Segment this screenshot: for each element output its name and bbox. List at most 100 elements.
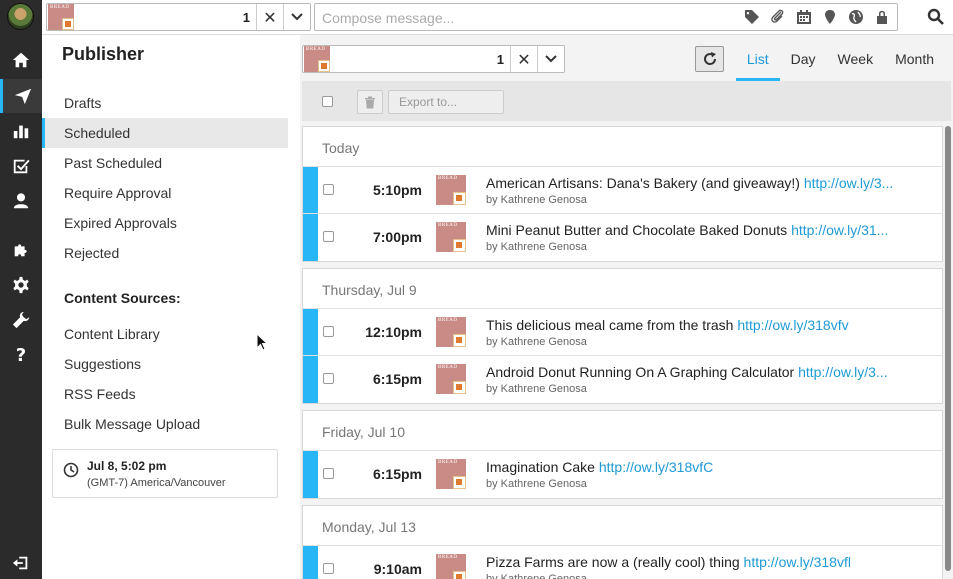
- sidebar-item-rejected[interactable]: Rejected: [42, 238, 288, 268]
- bar-chart-icon[interactable]: [0, 114, 42, 148]
- sidebar-item-content-library[interactable]: Content Library: [42, 319, 288, 349]
- select-all-checkbox[interactable]: [322, 96, 333, 107]
- message-link[interactable]: http://ow.ly/3...: [798, 364, 888, 380]
- message-text[interactable]: This delicious meal came from the trash …: [486, 317, 916, 333]
- search-icon[interactable]: [927, 8, 945, 26]
- message-link[interactable]: http://ow.ly/318vfC: [599, 459, 713, 475]
- sidebar-item-bulk-message-upload[interactable]: Bulk Message Upload: [42, 409, 288, 439]
- message-row[interactable]: 5:10pm BREAD American Artisans: Dana's Bak…: [303, 167, 942, 214]
- message-text[interactable]: Mini Peanut Butter and Chocolate Baked D…: [486, 222, 916, 238]
- message-link[interactable]: http://ow.ly/318vfv: [737, 317, 848, 333]
- main-content: BREAD 1 ✕ List Day Week Month Export to.…: [300, 35, 953, 579]
- message-row[interactable]: 6:15pm BREAD Imagination Cake http://ow.ly…: [303, 451, 942, 498]
- paperclip-icon[interactable]: [769, 8, 787, 26]
- gear-icon[interactable]: [0, 268, 42, 302]
- message-text[interactable]: Imagination Cake http://ow.ly/318vfC: [486, 459, 916, 475]
- message-time: 6:15pm: [372, 371, 422, 387]
- message-checkbox[interactable]: [323, 563, 334, 574]
- export-to-button[interactable]: Export to...: [388, 90, 504, 114]
- sidebar-item-drafts[interactable]: Drafts: [42, 88, 288, 118]
- status-bar: [303, 356, 318, 403]
- left-nav: ?: [0, 0, 42, 579]
- message-row[interactable]: 12:10pm BREAD This delicious meal came fro…: [303, 309, 942, 356]
- chevron-down-icon[interactable]: [284, 4, 310, 30]
- message-author: by Kathrene Genosa: [486, 194, 587, 206]
- profile-selector[interactable]: BREAD 1 ✕: [46, 3, 311, 31]
- message-checkbox[interactable]: [323, 468, 334, 479]
- bulk-toolbar: Export to...: [302, 81, 951, 121]
- day-label: Thursday, Jul 9: [303, 269, 942, 309]
- lock-icon[interactable]: [873, 8, 891, 26]
- message-time: 5:10pm: [372, 182, 422, 198]
- sidebar-item-rss-feeds[interactable]: RSS Feeds: [42, 379, 288, 409]
- content-sources-heading: Content Sources:: [64, 290, 181, 306]
- home-icon[interactable]: [0, 43, 42, 77]
- message-time: 7:00pm: [372, 229, 422, 245]
- calendar-icon[interactable]: [795, 8, 813, 26]
- profile-thumbnail: BREAD: [436, 317, 466, 347]
- message-checkbox[interactable]: [323, 231, 334, 242]
- mouse-cursor-icon: [256, 333, 268, 351]
- day-group: Friday, Jul 10 6:15pm BREAD Imagination Cak…: [302, 410, 943, 499]
- status-bar: [303, 214, 318, 261]
- message-author: by Kathrene Genosa: [486, 336, 587, 348]
- tab-list[interactable]: List: [735, 42, 780, 81]
- message-link[interactable]: http://ow.ly/3...: [804, 175, 894, 191]
- message-author: by Kathrene Genosa: [486, 573, 587, 579]
- message-checkbox[interactable]: [323, 373, 334, 384]
- question-icon[interactable]: ?: [0, 338, 42, 372]
- message-row[interactable]: 9:10am BREAD Pizza Farms are now a (really…: [303, 546, 942, 579]
- sidebar-item-suggestions[interactable]: Suggestions: [42, 349, 288, 379]
- message-body: Imagination Cake: [486, 459, 595, 475]
- vertical-scrollbar[interactable]: [945, 126, 951, 571]
- location-pin-icon[interactable]: [821, 8, 839, 26]
- status-bar: [303, 167, 318, 213]
- chevron-down-icon[interactable]: [538, 46, 564, 72]
- refresh-button[interactable]: [695, 46, 724, 72]
- tab-day[interactable]: Day: [780, 42, 827, 81]
- message-link[interactable]: http://ow.ly/318vfl: [744, 554, 851, 570]
- clear-profiles-icon[interactable]: ✕: [257, 4, 283, 30]
- tag-icon[interactable]: [743, 8, 761, 26]
- message-row[interactable]: 7:00pm BREAD Mini Peanut Butter and Chocol…: [303, 214, 942, 261]
- delete-button[interactable]: [357, 90, 383, 114]
- avatar[interactable]: [7, 3, 34, 30]
- message-author: by Kathrene Genosa: [486, 383, 587, 395]
- sidebar-item-scheduled[interactable]: Scheduled: [42, 118, 288, 148]
- message-row[interactable]: 6:15pm BREAD Android Donut Running On A Gr…: [303, 356, 942, 403]
- paper-plane-icon[interactable]: [0, 79, 42, 113]
- day-group: Thursday, Jul 9 12:10pm BREAD This deliciou…: [302, 268, 943, 404]
- main-profile-selector[interactable]: BREAD 1 ✕: [302, 45, 565, 73]
- puzzle-icon[interactable]: [0, 233, 42, 267]
- day-label: Friday, Jul 10: [303, 411, 942, 451]
- message-checkbox[interactable]: [323, 326, 334, 337]
- message-time: 6:15pm: [372, 466, 422, 482]
- day-label: Monday, Jul 13: [303, 506, 942, 546]
- sidebar-item-past-scheduled[interactable]: Past Scheduled: [42, 148, 288, 178]
- question-label: ?: [15, 344, 27, 366]
- sidebar-item-require-approval[interactable]: Require Approval: [42, 178, 288, 208]
- scheduled-messages-list: Today 5:10pm BREAD American Artisans: Dana'…: [302, 126, 943, 579]
- message-author: by Kathrene Genosa: [486, 241, 587, 253]
- trash-icon: [365, 96, 375, 108]
- message-text[interactable]: Android Donut Running On A Graphing Calc…: [486, 364, 916, 380]
- tab-month[interactable]: Month: [884, 42, 945, 81]
- profile-thumbnail: BREAD: [304, 46, 330, 72]
- user-icon[interactable]: [0, 184, 42, 218]
- top-bar: BREAD 1 ✕ Compose message...: [42, 0, 953, 35]
- logout-icon[interactable]: [0, 546, 42, 579]
- globe-icon[interactable]: [847, 8, 865, 26]
- sidebar-item-expired-approvals[interactable]: Expired Approvals: [42, 208, 288, 238]
- message-text[interactable]: American Artisans: Dana's Bakery (and gi…: [486, 175, 916, 191]
- message-link[interactable]: http://ow.ly/31...: [791, 222, 888, 238]
- tab-week[interactable]: Week: [827, 42, 885, 81]
- current-time: Jul 8, 5:02 pm: [87, 459, 167, 473]
- message-text[interactable]: Pizza Farms are now a (really cool) thin…: [486, 554, 916, 570]
- checkbox-icon[interactable]: [0, 149, 42, 183]
- profile-thumbnail: BREAD: [436, 222, 466, 252]
- wrench-icon[interactable]: [0, 303, 42, 337]
- message-checkbox[interactable]: [323, 184, 334, 195]
- clear-profiles-icon[interactable]: ✕: [511, 46, 537, 72]
- message-body: American Artisans: Dana's Bakery (and gi…: [486, 175, 800, 191]
- compose-message-input[interactable]: Compose message...: [314, 3, 898, 31]
